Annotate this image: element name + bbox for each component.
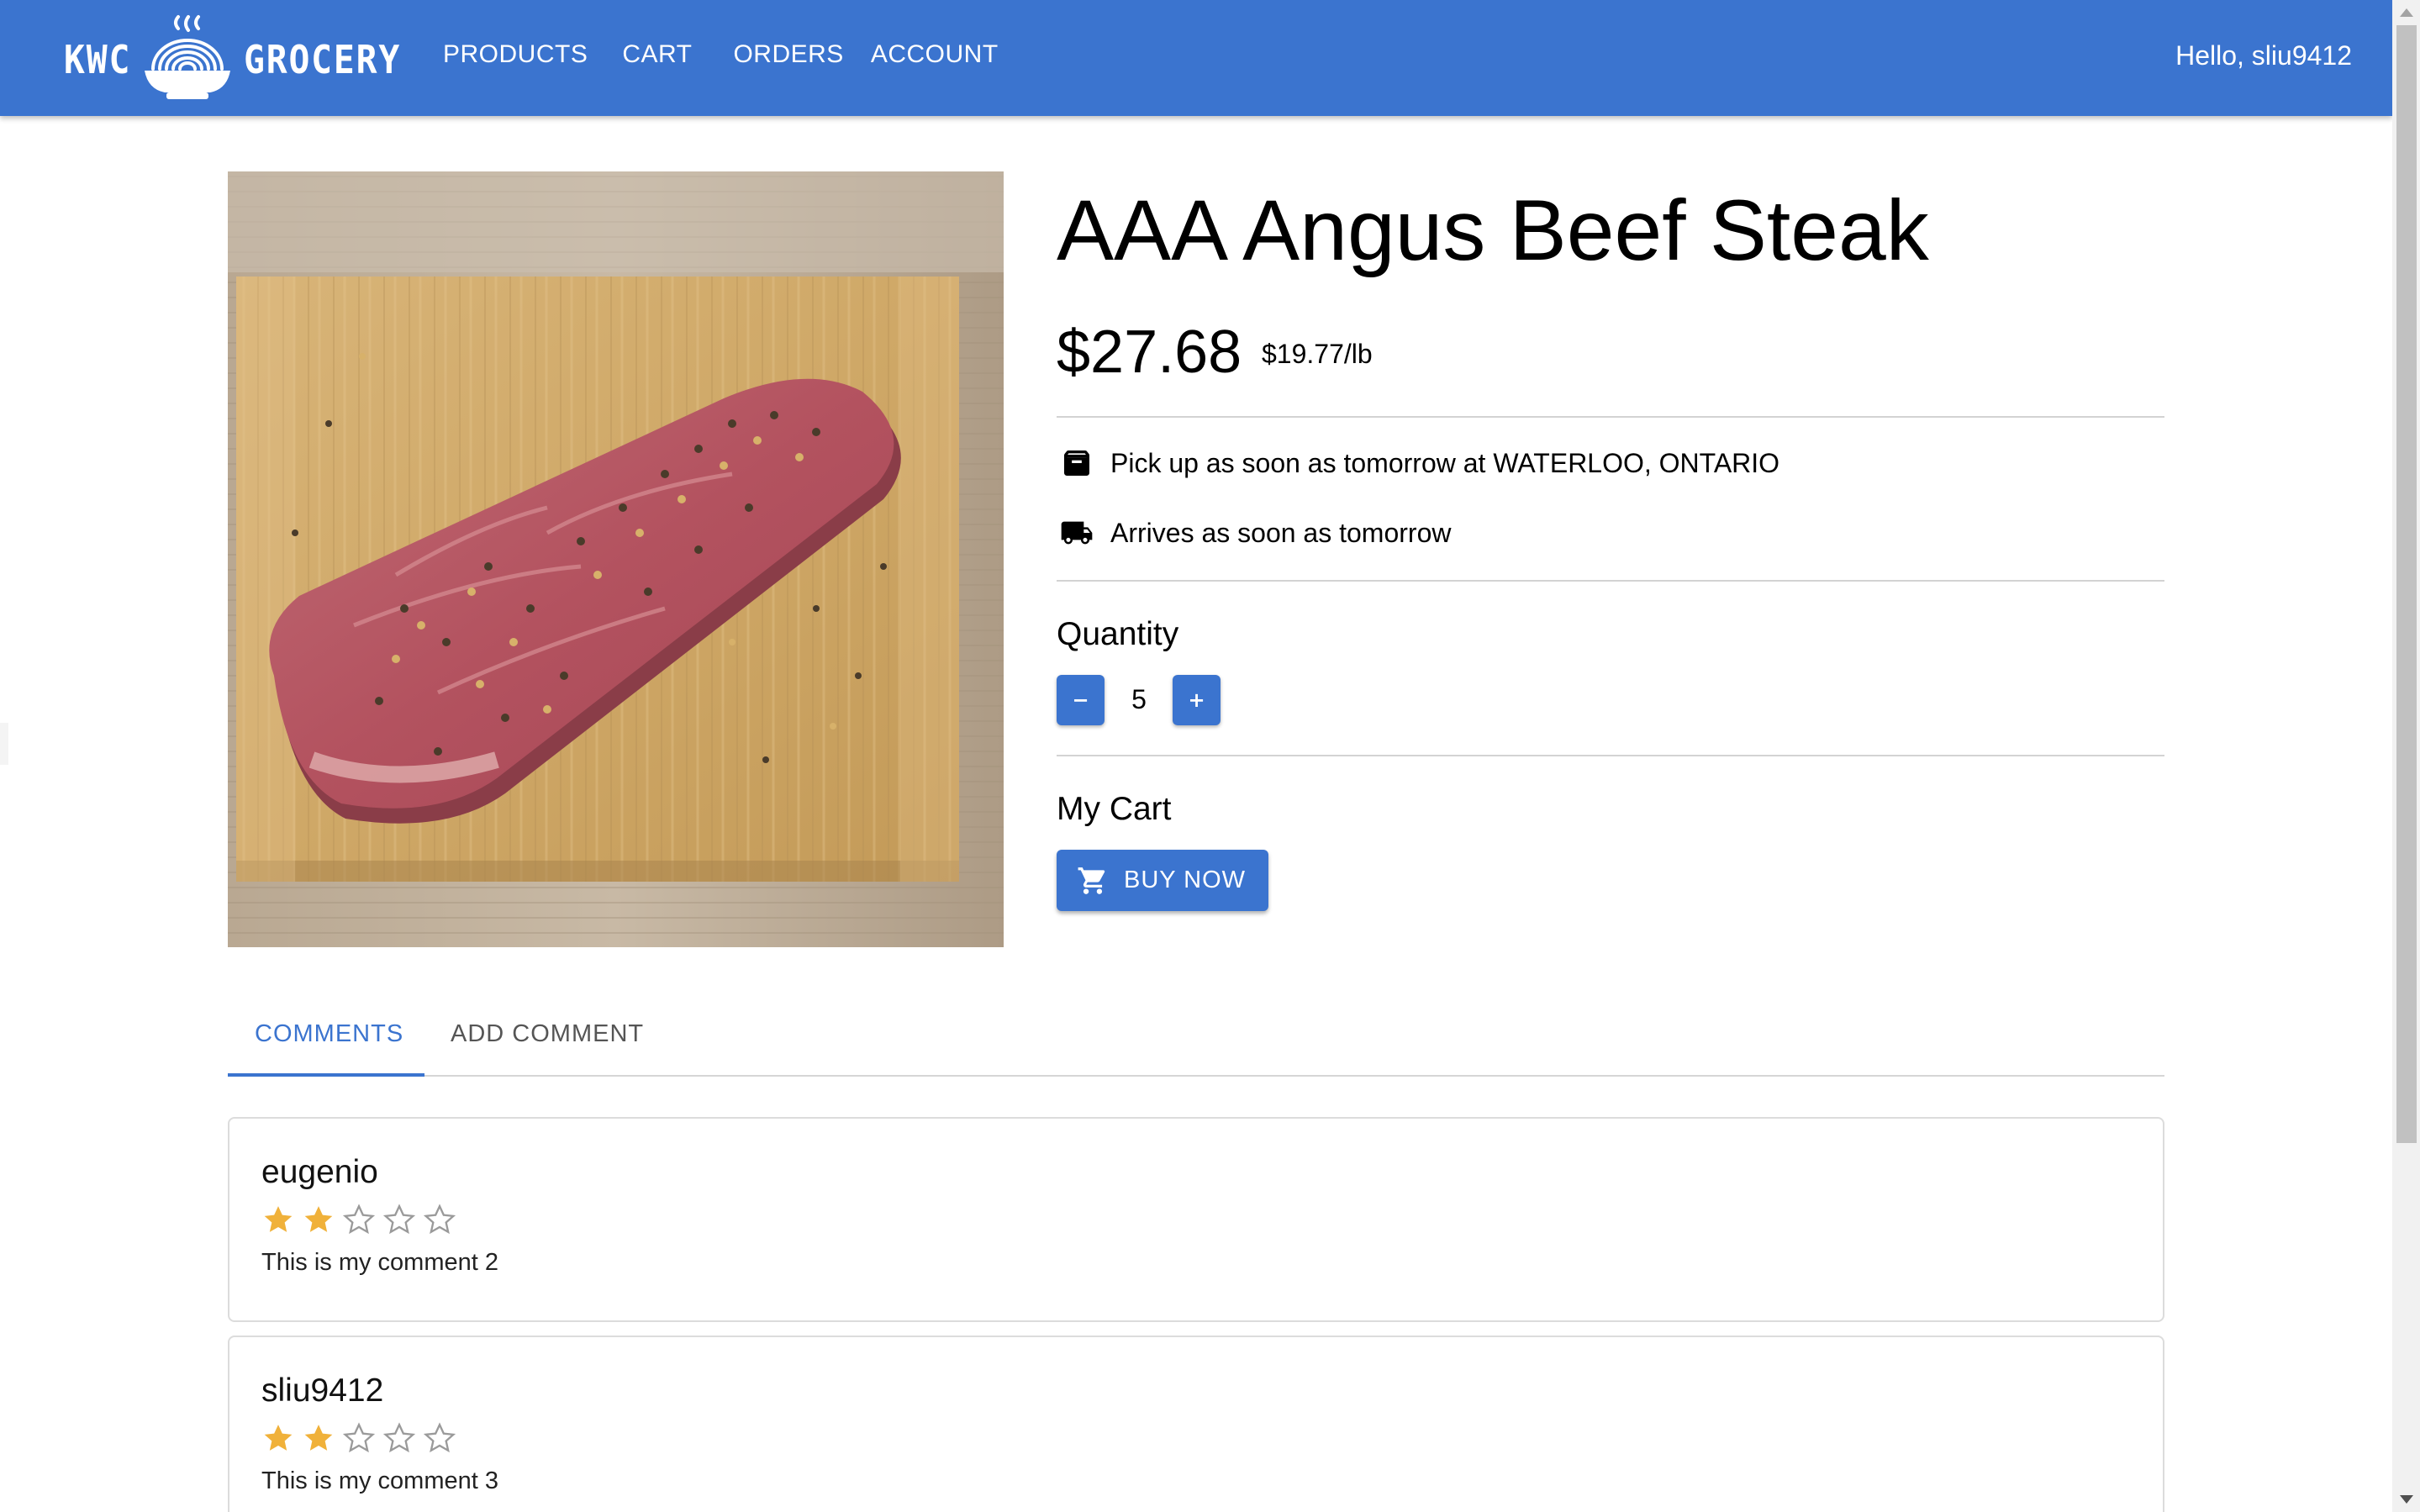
user-greeting: Hello, sliu9412 [2175,40,2352,71]
pickup-info: Pick up as soon as tomorrow at WATERLOO,… [1057,446,1779,480]
product-image [228,171,1004,947]
divider [1057,580,2164,582]
star-empty-icon [423,1422,456,1453]
comment-rating [261,1203,463,1236]
my-cart-label: My Cart [1057,791,1172,827]
nav-orders-link[interactable]: ORDERS [733,40,843,69]
star-empty-icon [382,1204,416,1235]
star-filled-icon [264,1206,293,1232]
active-tab-indicator [228,1073,424,1077]
comment-text: This is my comment 3 [261,1467,498,1494]
product-title: AAA Angus Beef Steak [1057,182,1929,278]
quantity-label: Quantity [1057,616,1179,652]
steak-photo-illustration [228,171,1004,947]
product-price: $27.68 [1057,319,1242,386]
quantity-decrease-button[interactable]: − [1057,675,1105,725]
divider [1057,755,2164,756]
side-edge-tab [0,723,8,765]
product-unit-price: $19.77/lb [1262,339,1373,369]
buy-now-label: BUY NOW [1124,867,1247,893]
app-bar: KWC GROCERY PRODUCTS CART ORDERS ACCOUNT… [0,0,2392,116]
comment-username: eugenio [261,1154,378,1190]
delivery-text: Arrives as soon as tomorrow [1110,517,1452,548]
main-nav: PRODUCTS CART ORDERS ACCOUNT [443,40,1033,69]
delivery-info: Arrives as soon as tomorrow [1057,516,1451,550]
comment-card: sliu9412 This is my comment 3 [228,1336,2164,1512]
comment-tabs: COMMENTS ADD COMMENT [228,997,2164,1077]
star-filled-icon [304,1206,333,1232]
nav-account-link[interactable]: ACCOUNT [871,40,999,69]
star-filled-icon [264,1425,293,1451]
star-empty-icon [342,1204,376,1235]
shopping-cart-icon [1078,867,1105,894]
quantity-increase-button[interactable]: + [1173,675,1221,725]
noodle-bowl-icon [145,15,230,99]
page-scrollbar[interactable] [2392,0,2420,1512]
scroll-down-arrow-icon[interactable] [2400,1495,2413,1504]
nav-products-link[interactable]: PRODUCTS [443,40,588,69]
quantity-value: 5 [1131,684,1147,714]
brand-logo-right-text: GROCERY [244,37,402,82]
comment-card: eugenio This is my comment 2 [228,1117,2164,1322]
pickup-text: Pick up as soon as tomorrow at WATERLOO,… [1110,447,1780,478]
tab-comments[interactable]: COMMENTS [255,1020,403,1048]
comment-rating [261,1421,463,1455]
archive-box-icon [1057,446,1097,480]
truck-icon [1057,516,1097,550]
nav-cart-link[interactable]: CART [622,40,692,69]
brand-logo[interactable]: KWC GROCERY [64,12,399,103]
buy-now-button[interactable]: BUY NOW [1057,850,1268,911]
star-empty-icon [342,1422,376,1453]
divider [1057,416,2164,418]
comment-text: This is my comment 2 [261,1249,498,1276]
comment-username: sliu9412 [261,1372,384,1409]
scroll-up-arrow-icon[interactable] [2400,8,2413,17]
tab-add-comment[interactable]: ADD COMMENT [451,1020,644,1048]
star-filled-icon [304,1425,333,1451]
scrollbar-thumb[interactable] [2396,25,2417,1143]
star-empty-icon [423,1204,456,1235]
brand-logo-left-text: KWC [64,37,132,82]
star-empty-icon [382,1422,416,1453]
